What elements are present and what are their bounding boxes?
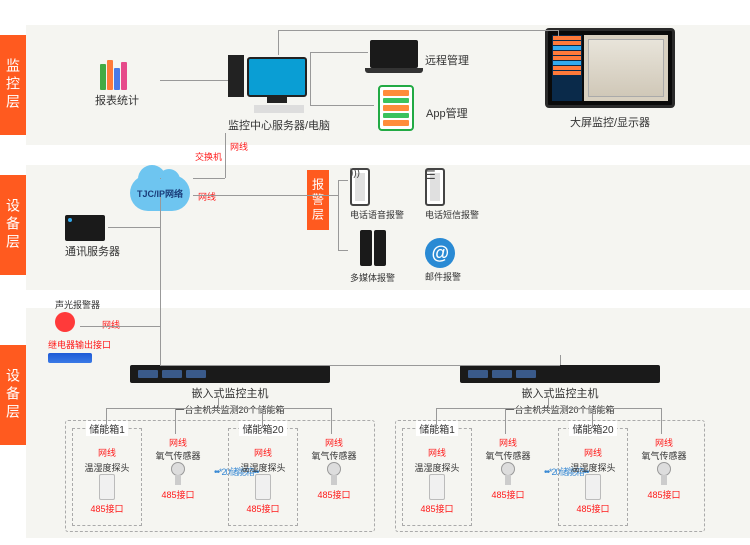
beacon-label: 声光报警器 [55, 298, 100, 311]
display-icon [545, 28, 675, 108]
relay-port: 继电器输出接口 [48, 338, 111, 363]
rack-server-icon [460, 365, 660, 383]
gas-sensor-icon [657, 462, 671, 476]
big-display: 大屏监控/显示器 [545, 28, 675, 130]
tablet-icon [378, 85, 414, 131]
gas-1-1: 网线 氧气传感器 485接口 [148, 436, 208, 501]
netcable-3: 网线 [102, 318, 120, 331]
storage-box-1-1: 储能箱1 网线 温湿度探头 485接口 [72, 428, 142, 526]
pc-tower-icon [228, 55, 244, 97]
mail-icon: @ [425, 238, 455, 268]
switch-label: 交换机 [195, 150, 222, 163]
comm-server: 通讯服务器 [65, 215, 120, 259]
netcable-2: 网线 [198, 190, 216, 203]
relay-icon [48, 353, 92, 363]
beacon-icon [55, 312, 75, 332]
sms-alarm: ☰ 电话短信报警 [425, 168, 479, 221]
books-icon [95, 60, 131, 90]
remote-mgmt: 远程管理 [370, 40, 418, 68]
layer-label-device-upper: 设备层 [0, 175, 26, 275]
media-alarm: 多媒体报警 [350, 230, 395, 284]
speaker-icon [350, 230, 395, 269]
gas-sensor-icon [501, 462, 515, 476]
gas-2-1: 网线 氧气传感器 485接口 [478, 436, 538, 501]
beacon [55, 312, 75, 332]
gas-sensor-icon [327, 462, 341, 476]
gas-2-20: 网线 氧气传感器 485接口 [634, 436, 694, 501]
report-stats: 报表统计 [95, 60, 139, 108]
center-server: 监控中心服务器/电脑 [228, 55, 330, 133]
app-mgmt: App管理 [378, 85, 414, 131]
storage-box-2-1: 储能箱1 网线 温湿度探头 485接口 [402, 428, 472, 526]
temp-sensor-icon [585, 474, 601, 500]
server-icon [65, 215, 105, 241]
temp-sensor-icon [429, 474, 445, 500]
mail-alarm: @ 邮件报警 [425, 238, 461, 283]
laptop-icon [370, 40, 418, 68]
layer-label-alarm: 报警层 [307, 170, 329, 230]
storage-box-2-20: 储能箱20 网线 温湿度探头 485接口 [558, 428, 628, 526]
temp-sensor-icon [255, 474, 271, 500]
rack-server-icon [130, 365, 330, 383]
layer-label-monitor: 监控层 [0, 35, 26, 135]
temp-sensor-icon [99, 474, 115, 500]
gas-sensor-icon [171, 462, 185, 476]
monitor-icon [247, 57, 307, 97]
layer-label-device-lower: 设备层 [0, 345, 26, 445]
storage-box-1-20: 储能箱20 网线 温湿度探头 485接口 [228, 428, 298, 526]
voice-alarm: ))) 电话语音报警 [350, 168, 404, 221]
gas-1-20: 网线 氧气传感器 485接口 [304, 436, 364, 501]
netcable-1: 网线 [230, 140, 248, 153]
